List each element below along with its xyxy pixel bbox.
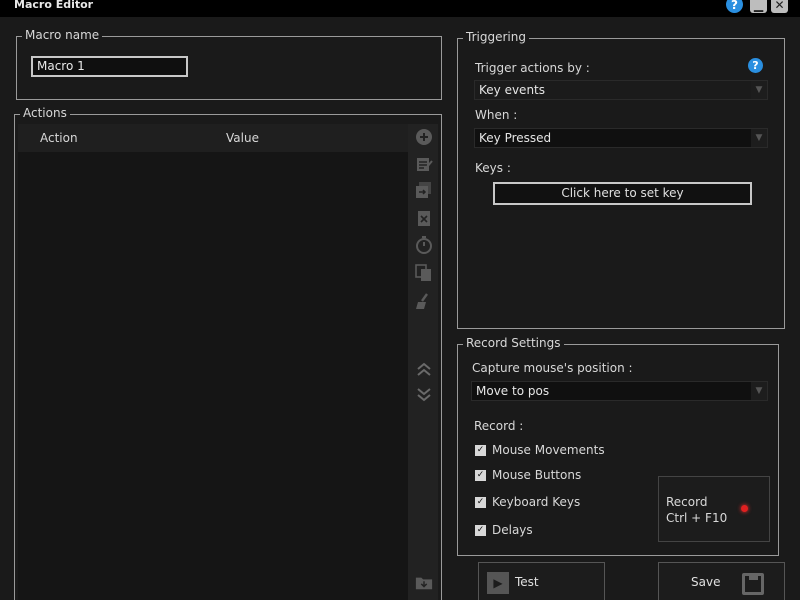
help-icon[interactable]: ? (726, 0, 743, 13)
record-option-label: Keyboard Keys (492, 495, 581, 509)
record-option-label: Mouse Movements (492, 443, 605, 457)
trigger-type-select[interactable]: Key events ▼ (474, 80, 768, 100)
import-folder-icon[interactable] (415, 574, 433, 592)
save-button-label: Save (691, 575, 721, 589)
checkbox-icon[interactable]: ✓ (475, 469, 486, 481)
record-shortcut-label: Ctrl + F10 (666, 511, 728, 525)
record-option-delays[interactable]: ✓ Delays (475, 523, 533, 537)
window-title: Macro Editor (14, 0, 94, 11)
record-option-label: Mouse Buttons (492, 468, 582, 482)
help-icon[interactable]: ? (748, 58, 763, 73)
play-icon: ▶ (487, 572, 509, 594)
move-down-icon[interactable] (415, 386, 433, 404)
column-header-action[interactable]: Action (40, 131, 78, 145)
delete-action-icon[interactable] (415, 209, 433, 227)
chevron-down-icon: ▼ (751, 129, 767, 147)
capture-mouse-label: Capture mouse's position : (472, 361, 633, 375)
record-option-label: Delays (492, 523, 533, 537)
macro-name-legend: Macro name (22, 28, 103, 42)
checkbox-icon[interactable]: ✓ (475, 524, 486, 536)
record-button[interactable]: Record Ctrl + F10 (658, 476, 770, 542)
save-button[interactable]: Save (658, 562, 785, 600)
capture-mouse-value: Move to pos (476, 384, 550, 398)
actions-list-header: Action Value (18, 124, 408, 152)
actions-toolbar (408, 124, 438, 600)
when-select[interactable]: Key Pressed ▼ (474, 128, 768, 148)
insert-action-icon[interactable] (415, 181, 433, 199)
record-button-label: Record (666, 495, 708, 509)
checkbox-icon[interactable]: ✓ (475, 496, 486, 508)
floppy-disk-icon (742, 573, 764, 595)
record-label: Record : (474, 419, 524, 433)
copy-action-icon[interactable] (415, 264, 433, 282)
chevron-down-icon: ▼ (751, 382, 767, 400)
set-key-button[interactable]: Click here to set key (493, 182, 752, 205)
macro-name-input[interactable]: Macro 1 (31, 56, 188, 77)
capture-mouse-select[interactable]: Move to pos ▼ (471, 381, 768, 401)
actions-list[interactable]: Action Value (18, 124, 408, 600)
trigger-actions-label: Trigger actions by : (475, 61, 590, 75)
when-value: Key Pressed (479, 131, 552, 145)
record-option-keyboard-keys[interactable]: ✓ Keyboard Keys (475, 495, 580, 509)
record-settings-legend: Record Settings (463, 336, 564, 350)
record-dot-icon (741, 505, 748, 512)
record-option-mouse-buttons[interactable]: ✓ Mouse Buttons (475, 468, 581, 482)
edit-action-icon[interactable] (415, 155, 433, 173)
title-bar: Macro Editor ? ▁ ✕ (0, 0, 800, 17)
add-action-icon[interactable] (415, 128, 433, 146)
record-option-mouse-movements[interactable]: ✓ Mouse Movements (475, 443, 605, 457)
keys-label: Keys : (475, 161, 511, 175)
move-up-icon[interactable] (415, 360, 433, 378)
delay-timer-icon[interactable] (415, 236, 433, 254)
minimize-icon[interactable]: ▁ (750, 0, 767, 13)
test-button-label: Test (515, 575, 539, 589)
actions-legend: Actions (20, 106, 70, 120)
triggering-legend: Triggering (463, 30, 529, 44)
close-icon[interactable]: ✕ (771, 0, 788, 13)
checkbox-icon[interactable]: ✓ (475, 444, 486, 456)
chevron-down-icon: ▼ (751, 81, 767, 99)
trigger-type-value: Key events (479, 83, 545, 97)
when-label: When : (475, 108, 518, 122)
test-button[interactable]: ▶ Test (478, 562, 605, 600)
clear-actions-icon[interactable] (415, 292, 433, 310)
column-header-value[interactable]: Value (226, 131, 259, 145)
